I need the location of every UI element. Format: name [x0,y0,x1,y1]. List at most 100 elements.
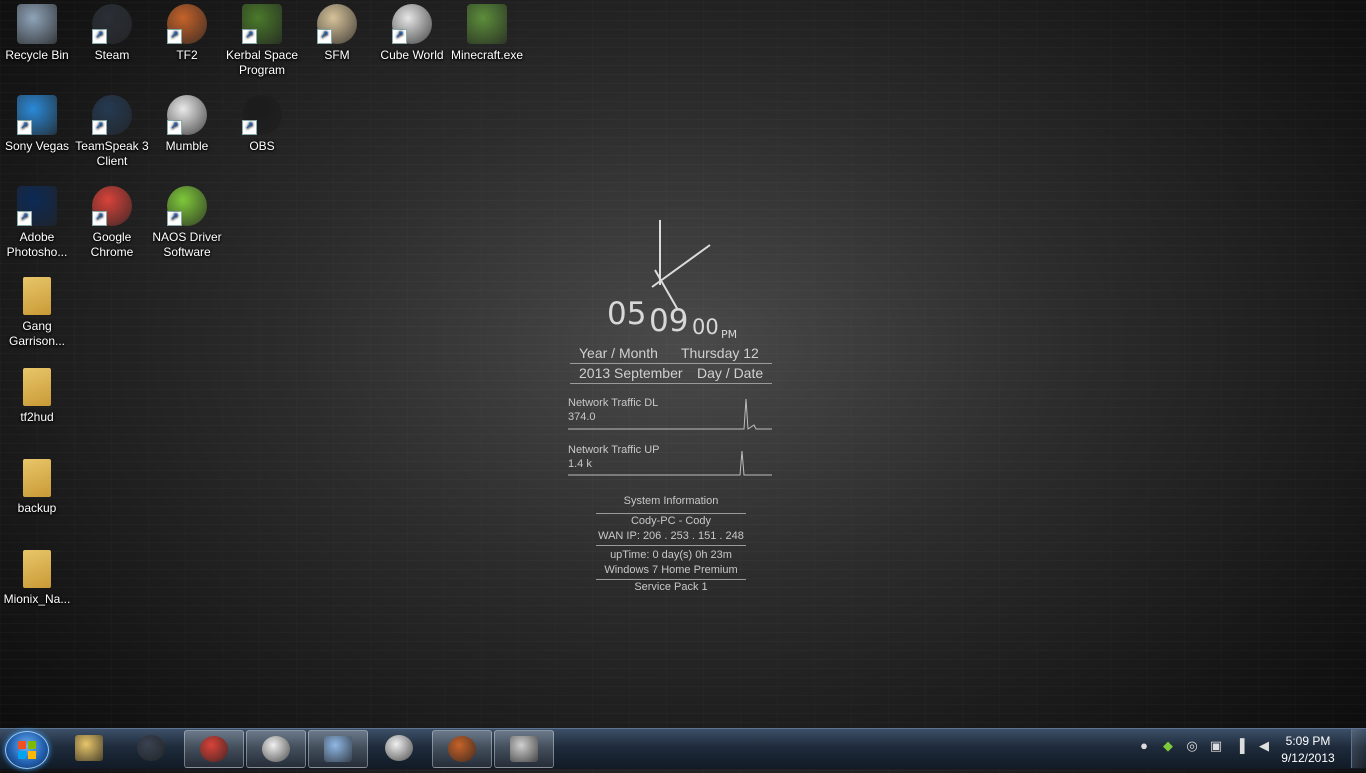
desktop-icon-minecraft[interactable]: Minecraft.exe [450,0,524,63]
shortcut-arrow-icon: ↗ [17,120,32,135]
recycle-bin-icon [17,4,57,44]
taskbar-clock[interactable]: 5:09 PM 9/12/2013 [1272,733,1344,767]
sys-divider-1 [596,513,746,514]
naos-icon: ↗ [167,186,207,226]
sys-uptime: upTime: 0 day(s) 0h 23m [610,549,732,561]
shortcut-arrow-icon: ↗ [92,211,107,226]
desktop-icon-label: Mionix_Na... [3,592,71,606]
explorer-folder-icon [75,735,103,761]
desktop-icon-label: tf2hud [20,410,54,424]
notepad-icon [324,736,352,762]
cube-world-icon: ↗ [392,4,432,44]
foobar-icon [262,736,290,762]
desktop-icon-label: Kerbal Space Program [225,48,299,77]
year-month-label: Year / Month [579,345,658,361]
chrome-icon: ↗ [92,186,132,226]
water-drop-icon[interactable]: ● [1136,738,1152,754]
taskbar-button-tf2[interactable] [432,730,492,768]
naos-tray-icon[interactable]: ◆ [1160,738,1176,754]
desktop-icon-naos[interactable]: ↗ NAOS Driver Software [150,182,224,260]
weekday-day: Thursday 12 [681,345,759,361]
year-month: 2013 September [579,365,683,381]
teamspeak-icon: ↗ [92,95,132,135]
clock-hour: 05 [607,296,647,332]
desktop-icon-label: Cube World [380,48,444,62]
volume-muted-icon[interactable]: ◀ [1256,738,1272,754]
sys-os: Windows 7 Home Premium [604,564,738,576]
shortcut-arrow-icon: ↗ [167,211,182,226]
sys-ip: WAN IP: 206 . 253 . 151 . 248 [598,530,744,542]
taskbar-button-steam[interactable] [122,730,180,766]
desktop-icon-kerbal[interactable]: ↗ Kerbal Space Program [225,0,299,78]
minecraft-icon [467,4,507,44]
sys-divider-3 [596,579,746,580]
day-date-label: Day / Date [697,365,764,381]
desktop-icon-cube-world[interactable]: ↗ Cube World [375,0,449,63]
desktop-icon-label: Google Chrome [90,230,134,259]
net-dl-graph [568,398,772,430]
desktop-icon-folder[interactable]: Mionix_Na... [0,546,74,607]
desktop-icon-folder[interactable]: backup [0,455,74,516]
usb-icon[interactable]: ▣ [1208,738,1224,754]
sfm-icon: ↗ [317,4,357,44]
taskbar-button-server[interactable] [494,730,554,768]
desktop-icon-tf2[interactable]: ↗ TF2 [150,0,224,63]
shortcut-arrow-icon: ↗ [92,120,107,135]
desktop-icon-label: OBS [249,139,275,153]
clock-second: 00 [692,315,719,339]
network-signal-icon[interactable]: ▐ [1232,738,1248,754]
desktop-icon-teamspeak[interactable]: ↗ TeamSpeak 3 Client [75,91,149,169]
date-divider-bottom [570,383,772,384]
obs-icon: ↗ [242,95,282,135]
date-divider [570,363,772,364]
desktop-icon-sony-vegas[interactable]: ↗ Sony Vegas [0,91,74,154]
mumble-icon [385,735,413,761]
desktop-icon-label: SFM [324,48,350,62]
desktop-icon-steam[interactable]: ↗ Steam [75,0,149,63]
desktop-icon-folder[interactable]: tf2hud [0,364,74,425]
tf2-icon [448,736,476,762]
shortcut-arrow-icon: ↗ [17,211,32,226]
taskbar-date: 9/12/2013 [1281,751,1335,765]
sys-sp: Service Pack 1 [634,581,708,593]
start-button[interactable] [5,731,49,769]
shortcut-arrow-icon: ↗ [242,120,257,135]
mumble-icon: ↗ [167,95,207,135]
shortcut-arrow-icon: ↗ [167,29,182,44]
steam-tray-icon[interactable]: ◎ [1184,738,1200,754]
desktop-icon-folder[interactable]: Gang Garrison... [0,273,74,349]
sys-user: Cody-PC - Cody [630,515,712,527]
sony-vegas-icon: ↗ [17,95,57,135]
photoshop-icon: ↗ [17,186,57,226]
shortcut-arrow-icon: ↗ [242,29,257,44]
shortcut-arrow-icon: ↗ [92,29,107,44]
folder-icon [23,459,51,497]
net-up-graph [568,450,772,476]
desktop-icon-label: Gang Garrison... [8,319,65,348]
show-desktop-button[interactable] [1351,729,1366,768]
taskbar-button-mumble[interactable] [370,730,428,766]
windows-logo-icon [18,741,36,759]
taskbar-button-chrome[interactable] [184,730,244,768]
chrome-icon [200,736,228,762]
steam-icon [137,735,165,761]
clock-ampm: PM [721,328,738,341]
desktop-icon-sfm[interactable]: ↗ SFM [300,0,374,63]
desktop-icon-label: Sony Vegas [4,139,70,153]
desktop-icon-recycle-bin[interactable]: Recycle Bin [0,0,74,63]
sys-info-title: System Information [623,495,719,507]
shortcut-arrow-icon: ↗ [167,120,182,135]
taskbar-button-notepad[interactable] [308,730,368,768]
desktop-icon-label: Recycle Bin [5,48,69,62]
taskbar-button-foobar[interactable] [246,730,306,768]
sys-divider-2 [596,545,746,546]
desktop-icon-photoshop[interactable]: ↗ Adobe Photosho... [0,182,74,260]
desktop-icon-obs[interactable]: ↗ OBS [225,91,299,154]
taskbar-button-explorer-folder[interactable] [60,730,118,766]
desktop-icon-mumble[interactable]: ↗ Mumble [150,91,224,154]
desktop-icon-label: NAOS Driver Software [152,230,222,259]
desktop-icon-chrome[interactable]: ↗ Google Chrome [75,182,149,260]
tf2-icon: ↗ [167,4,207,44]
folder-icon [23,368,51,406]
analog-clock-hands [651,220,711,311]
